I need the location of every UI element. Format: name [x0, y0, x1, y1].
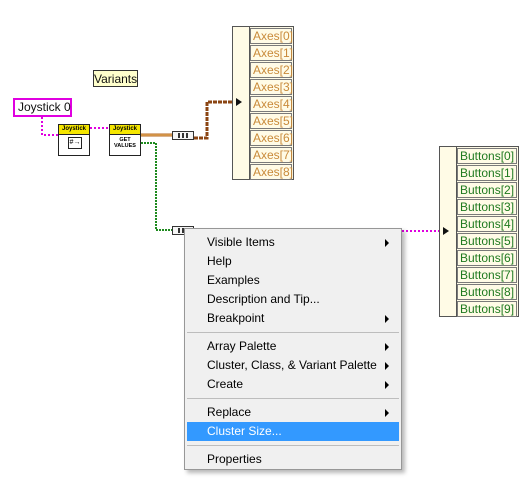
menu-item-label: Cluster, Class, & Variant Palette [207, 358, 377, 372]
buttons-terminal-arrow-icon [443, 227, 449, 235]
axes-cell: Axes[6] [250, 130, 293, 146]
axes-cell: Axes[1] [250, 45, 293, 61]
menu-separator [187, 332, 399, 333]
buttons-cell: Buttons[5] [457, 233, 517, 249]
menu-item-label: Examples [207, 273, 260, 287]
buttons-cluster-wire [141, 142, 172, 231]
axes-cell: Axes[0] [250, 28, 293, 44]
menu-item-array-palette[interactable]: Array Palette [187, 337, 399, 356]
subvi-band-label: Joystick [59, 125, 89, 135]
comment-label: Variants [93, 70, 138, 87]
menu-item-breakpoint[interactable]: Breakpoint [187, 309, 399, 328]
axes-cell: Axes[3] [250, 79, 293, 95]
refnum-wire-1 [41, 117, 58, 136]
menu-item-properties[interactable]: Properties [187, 450, 399, 469]
buttons-cell: Buttons[0] [457, 148, 517, 164]
submenu-arrow-icon [385, 315, 389, 323]
menu-item-label: Replace [207, 405, 252, 419]
axes-cell: Axes[4] [250, 96, 293, 112]
axes-cell: Axes[7] [250, 147, 293, 163]
index-arrow-icon: #→ [68, 137, 82, 149]
axes-cell: Axes[8] [250, 164, 293, 180]
context-menu: Visible Items Help Examples Description … [184, 228, 402, 470]
menu-item-help[interactable]: Help [187, 252, 399, 271]
joystick-subvi-acquire[interactable]: Joystick #→ [58, 124, 90, 156]
menu-item-label: Help [207, 254, 232, 268]
buttons-cell: Buttons[9] [457, 301, 517, 317]
buttons-cell: Buttons[3] [457, 199, 517, 215]
menu-item-description-and-tip[interactable]: Description and Tip... [187, 290, 399, 309]
menu-separator [187, 398, 399, 399]
subvi-line2: VALUES [114, 143, 136, 149]
menu-item-cluster-size[interactable]: Cluster Size... [187, 422, 399, 441]
menu-item-replace[interactable]: Replace [187, 403, 399, 422]
menu-item-create[interactable]: Create [187, 375, 399, 394]
menu-item-visible-items[interactable]: Visible Items [187, 233, 399, 252]
buttons-cell: Buttons[1] [457, 165, 517, 181]
submenu-arrow-icon [385, 409, 389, 417]
axes-terminal-arrow-icon [236, 98, 242, 106]
submenu-arrow-icon [385, 362, 389, 370]
buttons-cell: Buttons[7] [457, 267, 517, 283]
buttons-cell: Buttons[2] [457, 182, 517, 198]
menu-item-label: Cluster Size... [207, 424, 282, 438]
submenu-arrow-icon [385, 239, 389, 247]
submenu-arrow-icon [385, 381, 389, 389]
joystick-control[interactable]: Joystick 0 [13, 98, 72, 117]
subvi-body-text: GET VALUES [110, 135, 140, 149]
submenu-arrow-icon [385, 343, 389, 351]
menu-item-label: Properties [207, 452, 262, 466]
menu-item-label: Create [207, 377, 244, 391]
unbundle-node-axes[interactable] [172, 131, 194, 140]
menu-separator [187, 445, 399, 446]
menu-item-examples[interactable]: Examples [187, 271, 399, 290]
axes-cell: Axes[5] [250, 113, 293, 129]
buttons-cell: Buttons[6] [457, 250, 517, 266]
buttons-cell: Buttons[8] [457, 284, 517, 300]
axes-array-wire [194, 100, 233, 140]
menu-item-cluster-class-variant-palette[interactable]: Cluster, Class, & Variant Palette [187, 356, 399, 375]
menu-item-label: Breakpoint [207, 311, 265, 325]
buttons-array-indicator[interactable]: Buttons[0] Buttons[1] Buttons[2] Buttons… [439, 146, 519, 317]
menu-item-label: Visible Items [207, 235, 275, 249]
buttons-cell: Buttons[4] [457, 216, 517, 232]
subvi-band-label: Joystick [110, 125, 140, 135]
axes-cell: Axes[2] [250, 62, 293, 78]
joystick-subvi-get-values[interactable]: Joystick GET VALUES [109, 124, 141, 156]
menu-item-label: Array Palette [207, 339, 277, 353]
menu-item-label: Description and Tip... [207, 292, 320, 306]
